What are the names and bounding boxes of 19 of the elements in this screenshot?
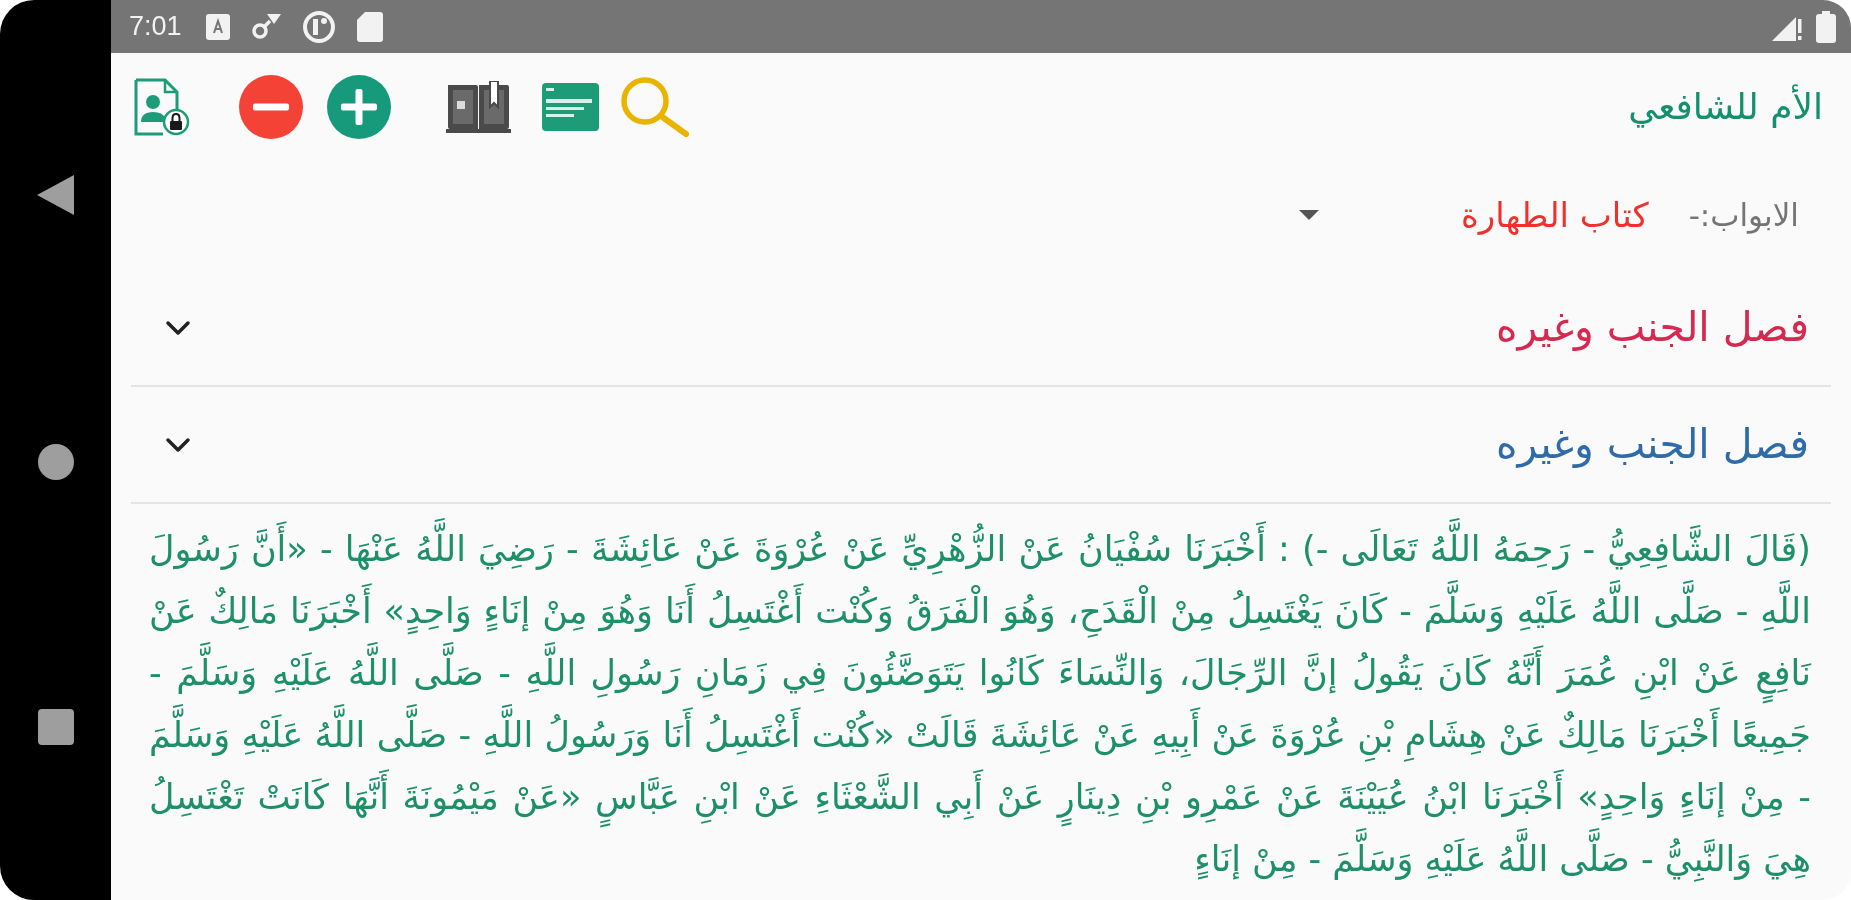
chapter-dropdown[interactable]: كتاب الطهارة <box>1298 188 1649 242</box>
notification-icon <box>205 13 230 40</box>
chevron-down-icon[interactable] <box>165 436 191 453</box>
status-time: 7:01 <box>129 13 182 40</box>
dropdown-caret-icon <box>1298 210 1319 220</box>
sd-card-icon <box>356 11 383 42</box>
home-icon[interactable] <box>37 444 74 480</box>
chevron-down-icon[interactable] <box>165 319 191 336</box>
data-saver-icon <box>302 10 335 43</box>
book-icon[interactable] <box>446 80 511 133</box>
recents-icon[interactable] <box>37 709 74 745</box>
body-text: (قَالَ الشَّافِعِيُّ - رَحِمَهُ اللَّهُ تَعَالَى -) : أَخْبَرَنَا سُفْيَانُ عَنْ الزُّهْرِيِّ عَنْ عُرْوَةَ عَنْ عَائِشَةَ - رَضِيَ اللَّهُ عَنْهَا - «أَنَّ رَسُولَ اللَّهِ - صَلَّى اللَّهُ عَلَيْهِ وَسَلَّمَ - كَانَ يَغْتَسِلُ مِنْ الْقَدَحِ، وَهُوَ الْفَرَقُ وَكُنْت أَغْتَسِلُ أَنَا وَهُوَ مِنْ إنَاءٍ وَاحِدٍ» أَخْبَرَنَا مَالِكٌ عَنْ نَافِعٍ عَنْ ابْنِ عُمَرَ أَنَّهُ كَانَ يَقُولُ إنَّ الرِّجَالَ، وَالنِّسَاءَ كَانُوا يَتَوَضَّئُونَ فِي زَمَانِ رَسُولِ اللَّهِ - صَلَّى اللَّهُ عَلَيْهِ وَسَلَّمَ - جَمِيعًا أَخْبَرَنَا مَالِكٌ عَنْ هِشَامِ بْنِ عُرْوَةَ عَنْ أَبِيهِ عَنْ عَائِشَةَ قَالَتْ «كُنْت أَغْتَسِلُ أَنَا وَرَسُولُ اللَّهِ - صَلَّى اللَّهُ عَلَيْهِ وَسَلَّمَ - مِنْ إنَاءٍ وَاحِدٍ» أَخْبَرَنَا ابْنُ عُيَيْنَةَ عَنْ عَمْرِو بْنِ دِينَارٍ عَنْ أَبِي الشَّعْثَاءِ عَنْ ابْنِ عَبَّاسٍ «عَنْ مَيْمُونَةَ أَنَّهَا كَانَتْ تَغْتَسِلُ هِيَ وَالنَّبِيُّ - صَلَّى اللَّهُ عَلَيْهِ وَسَلَّمَ - مِنْ إنَاءٍ <box>149 518 1811 890</box>
back-icon[interactable] <box>37 175 74 215</box>
battery-icon <box>1816 10 1836 43</box>
key-icon <box>251 13 281 40</box>
minus-icon[interactable] <box>239 74 303 139</box>
plus-icon[interactable] <box>327 74 391 139</box>
contact-lock-icon[interactable] <box>133 77 190 136</box>
card-icon[interactable] <box>542 82 599 131</box>
